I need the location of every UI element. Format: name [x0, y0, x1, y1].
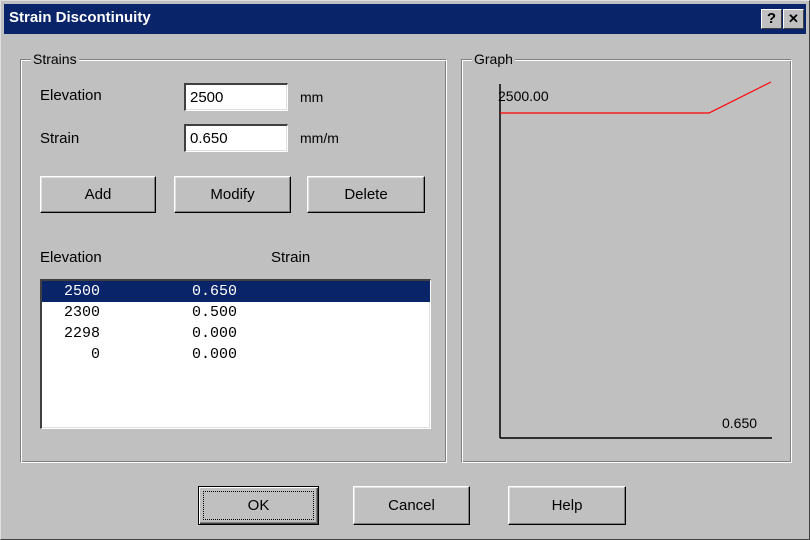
strain-label: Strain [40, 130, 80, 147]
graph-strain-label: 0.650 [722, 415, 758, 431]
ok-button-label: OK [203, 491, 314, 520]
list-item-strain: 0.000 [192, 325, 238, 342]
strain-graph [499, 81, 772, 439]
column-header-elevation[interactable]: Elevation [40, 249, 102, 266]
list-item-elevation: 2300 [63, 304, 100, 321]
strains-group-legend: Strains [31, 51, 79, 67]
help-button[interactable]: Help [508, 486, 626, 525]
strain-unit: mm/m [300, 130, 339, 146]
list-item[interactable]: 2500 0.650 [42, 281, 430, 302]
list-item-strain: 0.500 [192, 304, 238, 321]
elevation-input[interactable] [184, 83, 288, 111]
delete-button[interactable]: Delete [307, 176, 425, 213]
strain-list[interactable]: 2500 0.650 2300 0.500 2298 0.000 0 0.000 [40, 279, 431, 429]
list-item-strain: 0.650 [192, 283, 238, 300]
close-icon[interactable]: ✕ [783, 9, 804, 29]
list-item[interactable]: 2300 0.500 [42, 302, 430, 323]
add-button[interactable]: Add [40, 176, 156, 213]
strain-input[interactable] [184, 124, 288, 152]
elevation-label: Elevation [40, 87, 102, 104]
help-icon[interactable]: ? [761, 9, 782, 29]
list-item-elevation: 0 [90, 346, 100, 363]
list-item[interactable]: 0 0.000 [42, 344, 430, 365]
strains-group: Strains Elevation mm Strain mm/m Add Mod… [20, 51, 447, 463]
list-item-strain: 0.000 [192, 346, 238, 363]
elevation-unit: mm [300, 89, 324, 105]
graph-group: Graph 2500.00 0.650 [461, 51, 792, 463]
modify-button[interactable]: Modify [174, 176, 291, 213]
column-header-strain[interactable]: Strain [271, 249, 310, 266]
dialog-title: Strain Discontinuity [9, 9, 151, 26]
list-item-elevation: 2500 [63, 283, 100, 300]
strain-discontinuity-dialog: Strain Discontinuity ? ✕ Strains Elevati… [0, 0, 810, 540]
list-item[interactable]: 2298 0.000 [42, 323, 430, 344]
title-bar: Strain Discontinuity ? ✕ [4, 4, 806, 34]
ok-button[interactable]: OK [198, 486, 319, 525]
graph-elevation-label: 2500.00 [498, 88, 549, 104]
list-item-elevation: 2298 [63, 325, 100, 342]
cancel-button[interactable]: Cancel [353, 486, 470, 525]
